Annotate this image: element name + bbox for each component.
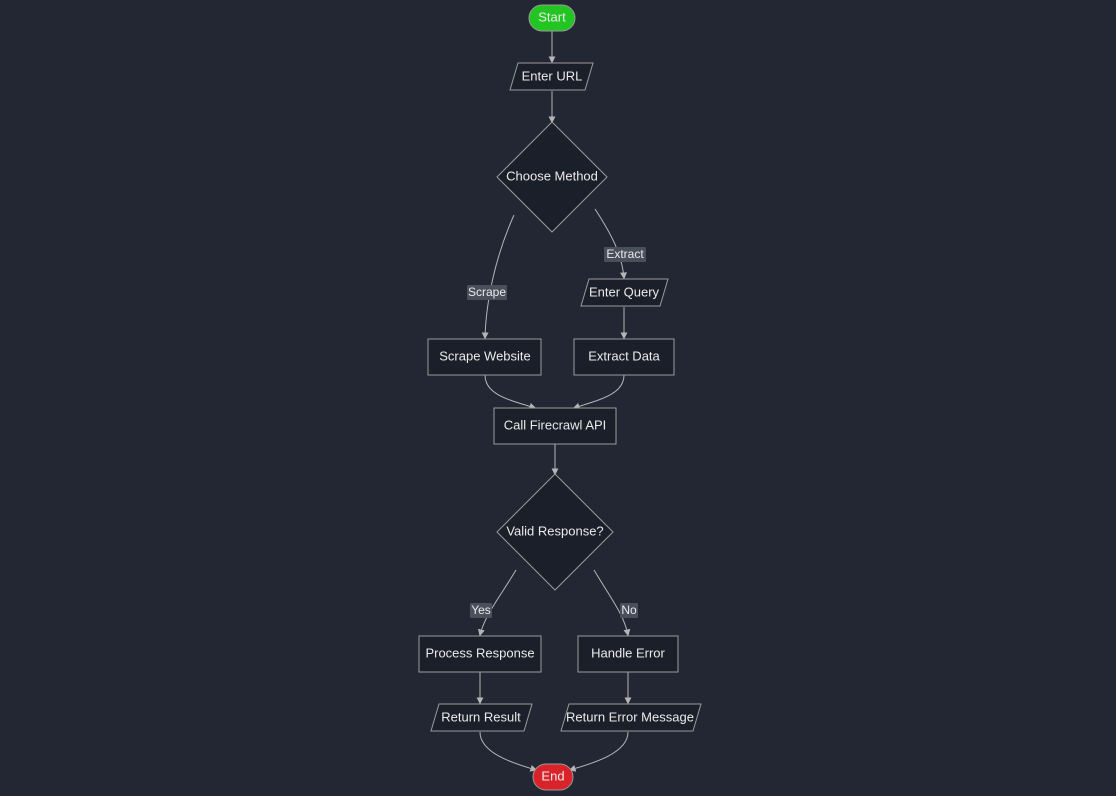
node-end: End (533, 764, 573, 790)
svg-text:Scrape Website: Scrape Website (439, 348, 531, 363)
svg-text:Process Response: Process Response (425, 645, 534, 660)
node-call-api: Call Firecrawl API (494, 408, 616, 444)
node-enter-query: Enter Query (581, 279, 668, 306)
node-enter-url: Enter URL (510, 63, 593, 90)
svg-text:Yes: Yes (471, 603, 491, 617)
svg-text:Valid Response?: Valid Response? (506, 523, 603, 538)
edge-label-no: No (620, 603, 638, 618)
node-extract-data: Extract Data (574, 339, 674, 375)
svg-text:Scrape: Scrape (468, 285, 506, 299)
svg-text:Start: Start (538, 9, 566, 24)
edge-label-extract: Extract (604, 247, 646, 262)
svg-text:Call Firecrawl API: Call Firecrawl API (504, 417, 607, 432)
edge-label-scrape: Scrape (467, 285, 507, 300)
svg-text:Return Error Message: Return Error Message (566, 709, 694, 724)
node-return-error: Return Error Message (561, 704, 701, 731)
node-start: Start (529, 5, 575, 31)
svg-text:Handle Error: Handle Error (591, 645, 665, 660)
svg-text:Extract: Extract (606, 247, 644, 261)
svg-text:Enter Query: Enter Query (589, 284, 660, 299)
svg-text:Enter URL: Enter URL (522, 68, 583, 83)
node-scrape-website: Scrape Website (428, 339, 541, 375)
svg-text:No: No (621, 603, 637, 617)
node-return-result: Return Result (431, 704, 532, 731)
svg-text:Extract Data: Extract Data (588, 348, 660, 363)
node-process-response: Process Response (419, 636, 541, 672)
svg-text:End: End (541, 768, 564, 783)
flowchart: Scrape Extract Yes No Start Enter URL Ch… (0, 0, 1116, 796)
edge-label-yes: Yes (470, 603, 492, 618)
node-handle-error: Handle Error (578, 636, 678, 672)
svg-text:Return Result: Return Result (441, 709, 521, 724)
svg-text:Choose Method: Choose Method (506, 168, 598, 183)
